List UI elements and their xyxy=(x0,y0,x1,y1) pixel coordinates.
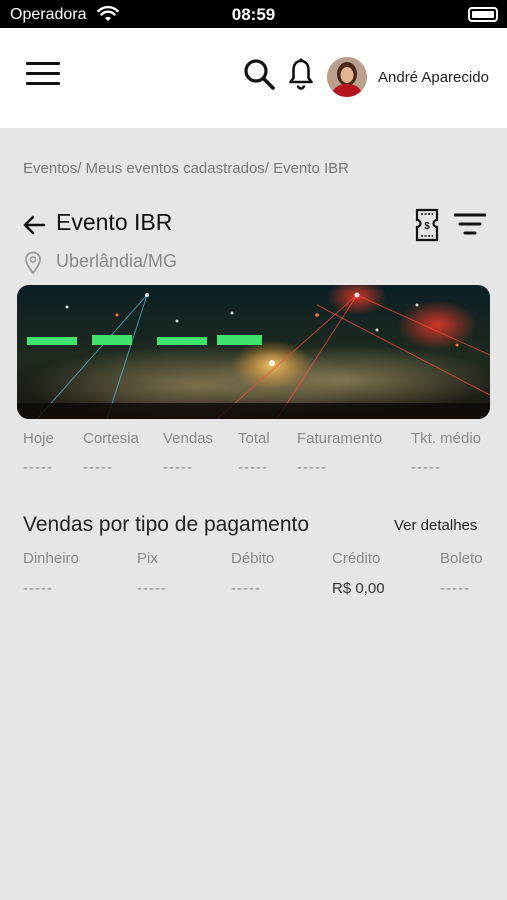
payment-value: ----- xyxy=(440,580,470,597)
payment-label: Pix xyxy=(137,550,158,567)
stat-label: Total xyxy=(238,430,270,447)
payment-credito: Crédito R$ 0,00 xyxy=(332,550,385,597)
stat-hoje: Hoje ----- xyxy=(23,430,54,476)
stat-vendas: Vendas ----- xyxy=(163,430,213,476)
back-arrow-icon[interactable] xyxy=(22,213,46,237)
payment-boleto: Boleto ----- xyxy=(440,550,483,597)
stat-label: Hoje xyxy=(23,430,54,447)
stat-faturamento: Faturamento ----- xyxy=(297,430,382,476)
payment-dinheiro: Dinheiro ----- xyxy=(23,550,79,597)
stat-label: Tkt. médio xyxy=(411,430,482,447)
stat-label: Faturamento xyxy=(297,430,383,447)
stat-value: ----- xyxy=(238,459,268,476)
app-header: André Aparecido xyxy=(0,28,507,128)
payment-pix: Pix ----- xyxy=(137,550,167,597)
stat-value: ----- xyxy=(23,459,53,476)
stat-value: ----- xyxy=(163,459,193,476)
stat-total: Total ----- xyxy=(238,430,270,476)
payment-value: ----- xyxy=(137,580,167,597)
payment-label: Dinheiro xyxy=(23,550,79,567)
payment-value: ----- xyxy=(231,580,261,597)
search-icon[interactable] xyxy=(242,57,276,91)
stat-value: ----- xyxy=(83,459,113,476)
breadcrumb[interactable]: Eventos/ Meus eventos cadastrados/ Event… xyxy=(23,160,349,177)
status-bar: Operadora 08:59 xyxy=(0,0,507,28)
user-name[interactable]: André Aparecido xyxy=(378,69,489,86)
see-details-link[interactable]: Ver detalhes xyxy=(394,517,477,534)
menu-icon[interactable] xyxy=(26,62,60,88)
filter-icon[interactable] xyxy=(454,212,486,236)
event-location: Uberlândia/MG xyxy=(56,251,178,271)
page-title: Evento IBR xyxy=(56,209,173,235)
payment-value: R$ 0,00 xyxy=(332,580,385,597)
svg-text:$: $ xyxy=(424,221,430,232)
event-banner-image xyxy=(17,285,490,419)
clock: 08:59 xyxy=(231,5,276,24)
payment-label: Débito xyxy=(231,550,275,567)
bell-icon[interactable] xyxy=(288,57,314,91)
payment-value: ----- xyxy=(23,580,53,597)
stat-cortesia: Cortesia ----- xyxy=(83,430,139,476)
stat-value: ----- xyxy=(411,459,441,476)
payments-section-title: Vendas por tipo de pagamento xyxy=(23,513,310,536)
stat-value: ----- xyxy=(297,459,327,476)
avatar[interactable] xyxy=(327,57,367,97)
stat-ticket-medio: Tkt. médio ----- xyxy=(411,430,481,476)
ticket-icon[interactable]: $ xyxy=(415,208,439,242)
battery-icon xyxy=(468,7,498,22)
stat-label: Vendas xyxy=(163,430,214,447)
payment-label: Crédito xyxy=(332,550,381,567)
location-pin-icon xyxy=(25,251,41,275)
payment-label: Boleto xyxy=(440,550,483,567)
payment-debito: Débito ----- xyxy=(231,550,274,597)
stat-label: Cortesia xyxy=(83,430,139,447)
